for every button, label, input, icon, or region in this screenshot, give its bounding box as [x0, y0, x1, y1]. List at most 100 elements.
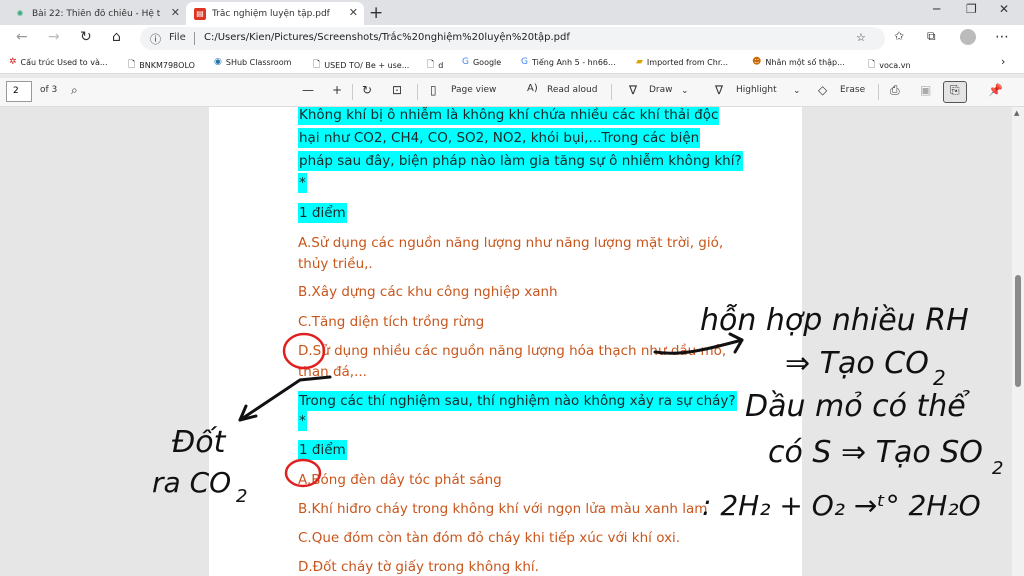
reading-mode-icon[interactable]: ☆	[856, 31, 866, 44]
more-icon[interactable]: ⋯	[995, 29, 1009, 45]
home-icon[interactable]: ⌂	[112, 29, 121, 45]
tab-title: Bài 22: Thiên đô chiếu - Hệ thống	[32, 8, 160, 19]
refresh-icon[interactable]: ↻	[80, 29, 92, 45]
avatar-icon: ☻	[752, 57, 762, 67]
divider	[878, 84, 879, 100]
divider	[194, 32, 195, 45]
restore-icon[interactable]: ❐	[966, 2, 977, 16]
zoom-out-icon[interactable]: —	[302, 83, 314, 97]
rotate-icon[interactable]: ↻	[362, 83, 372, 97]
bookmark-item[interactable]: ✲ Cấu trúc Used to và...	[9, 57, 108, 67]
folder-icon: ▰	[636, 57, 643, 67]
bookmark-item[interactable]: ◉ SHub Classroom	[214, 57, 291, 67]
star-logo-icon: ✲	[9, 57, 17, 67]
search-icon[interactable]: ⌕	[71, 83, 78, 98]
print-icon[interactable]: ⎙	[890, 83, 900, 98]
option-text: B.Xây dựng các khu công nghiệp xanh	[298, 284, 558, 300]
page-number-input[interactable]: 2	[6, 81, 32, 102]
zoom-in-icon[interactable]: +	[332, 83, 342, 97]
page-view-icon[interactable]: ▯	[430, 83, 437, 97]
chevron-down-icon[interactable]: ⌄	[681, 86, 689, 96]
scroll-up-icon[interactable]: ▲	[1014, 109, 1019, 117]
erase-button[interactable]: Erase	[840, 85, 865, 95]
tab-title: Trắc nghiệm luyện tập.pdf	[212, 8, 330, 19]
question-1-text: pháp sau đây, biện pháp nào làm gia tăng…	[298, 151, 743, 171]
tab-bai22[interactable]: ✺ Bài 22: Thiên đô chiếu - Hệ thống ✕	[8, 2, 186, 25]
pdf-icon: ▤	[194, 7, 206, 20]
page-count: of 3	[40, 85, 58, 95]
page-icon: 🗋	[128, 60, 136, 70]
points-label: 1 điểm	[298, 440, 347, 460]
avatar[interactable]	[960, 29, 976, 45]
collections-icon[interactable]: ⧉	[927, 29, 936, 44]
bookmark-item[interactable]: 🗋 d	[427, 57, 443, 73]
page-view-button[interactable]: Page view	[451, 85, 496, 95]
pdf-page: Không khí bị ô nhiễm là không khí chứa n…	[209, 107, 802, 576]
read-aloud-button[interactable]: Read aloud	[547, 85, 597, 95]
new-tab-icon[interactable]: +	[369, 3, 383, 23]
draw-icon[interactable]: ∇	[629, 83, 637, 97]
tab-strip: ✺ Bài 22: Thiên đô chiếu - Hệ thống ✕ ▤ …	[0, 0, 1024, 25]
read-aloud-icon[interactable]: A)	[527, 83, 538, 94]
favorites-icon[interactable]: ✩	[894, 29, 904, 43]
shub-icon: ◉	[214, 57, 222, 67]
eraser-icon[interactable]: ◇	[818, 83, 827, 97]
info-icon[interactable]: ⓘ	[150, 31, 161, 47]
close-tab-icon[interactable]: ✕	[349, 6, 358, 19]
chevron-down-icon[interactable]: ⌄	[793, 86, 801, 96]
required-marker: *	[298, 411, 307, 431]
page-icon: 🗋	[427, 60, 435, 70]
highlight-icon[interactable]: ∇	[715, 83, 723, 97]
bookmark-item[interactable]: 🗋 voca.vn	[868, 57, 911, 73]
bookmark-item[interactable]: G Google	[462, 57, 501, 67]
points-label: 1 điểm	[298, 203, 347, 223]
page-icon: 🗋	[313, 60, 321, 70]
colorful-wheel-icon: ✺	[16, 9, 24, 18]
divider	[611, 84, 612, 100]
pin-icon[interactable]: 📌	[988, 83, 1003, 97]
close-tab-icon[interactable]: ✕	[171, 6, 180, 19]
option-text: B.Khí hiđro cháy trong không khí với ngọ…	[298, 501, 708, 517]
scheme-label: File	[169, 32, 186, 43]
bookmark-item[interactable]: 🗋 BNKM798OLO	[128, 57, 195, 73]
url-text[interactable]: C:/Users/Kien/Pictures/Screenshots/Trắc%…	[204, 32, 570, 43]
close-window-icon[interactable]: ✕	[999, 2, 1009, 16]
save-as-icon: ⎘	[950, 83, 960, 97]
chevron-right-icon[interactable]: ›	[1001, 55, 1005, 68]
pdf-toolbar: 2 of 3 ⌕ — + ↻ ⊡ ▯ Page view A) Read alo…	[0, 78, 1024, 107]
vertical-scrollbar[interactable]: ▲	[1012, 107, 1024, 576]
google-icon: G	[462, 57, 469, 67]
save-icon[interactable]: ▣	[920, 83, 931, 97]
minimize-icon[interactable]: ─	[933, 2, 940, 16]
highlight-button[interactable]: Highlight	[736, 85, 777, 95]
pdf-viewer[interactable]: Không khí bị ô nhiễm là không khí chứa n…	[0, 107, 1024, 576]
bookmark-item[interactable]: G Tiếng Anh 5 - hn66...	[521, 57, 616, 67]
scrollbar-thumb[interactable]	[1015, 275, 1021, 387]
page-icon: 🗋	[868, 60, 876, 70]
back-icon[interactable]: ←	[16, 29, 28, 45]
forward-icon[interactable]: →	[48, 29, 60, 45]
fit-page-icon[interactable]: ⊡	[392, 83, 402, 97]
option-text: thủy triều,.	[298, 256, 373, 272]
tab-pdf-active[interactable]: ▤ Trắc nghiệm luyện tập.pdf ✕	[186, 2, 364, 25]
question-1-text: Không khí bị ô nhiễm là không khí chứa n…	[298, 107, 720, 125]
option-text: than đá,...	[298, 364, 367, 380]
bookmarks-bar: ✲ Cấu trúc Used to và... 🗋 BNKM798OLO ◉ SHu…	[0, 52, 1024, 74]
question-1-text: hại như CO2, CH4, CO, SO2, NO2, khói bụi…	[298, 128, 701, 148]
bookmark-item[interactable]: 🗋 USED TO/ Be + use...	[313, 57, 409, 73]
google-icon: G	[521, 57, 528, 67]
option-text: A.Bóng đèn dây tóc phát sáng	[298, 472, 502, 488]
required-marker: *	[298, 173, 307, 193]
option-text: C.Que đóm còn tàn đóm đỏ cháy khi tiếp x…	[298, 530, 681, 546]
draw-button[interactable]: Draw	[649, 85, 673, 95]
address-bar[interactable]: ⓘ File C:/Users/Kien/Pictures/Screenshot…	[140, 27, 885, 50]
browser-window: ✺ Bài 22: Thiên đô chiếu - Hệ thống ✕ ▤ …	[0, 0, 1024, 576]
option-text: D.Sử dụng nhiều các nguồn năng lượng hóa…	[298, 343, 727, 359]
divider	[352, 84, 353, 100]
question-2-text: Trong các thí nghiệm sau, thí nghiệm nào…	[298, 391, 737, 411]
divider	[417, 84, 418, 100]
bookmark-item[interactable]: ▰ Imported from Chr...	[636, 57, 728, 67]
bookmark-item[interactable]: ☻ Nhân một số thập...	[752, 57, 845, 67]
option-text: D.Đốt cháy tờ giấy trong không khí.	[298, 559, 539, 575]
option-text: C.Tăng diện tích trồng rừng	[298, 314, 485, 330]
